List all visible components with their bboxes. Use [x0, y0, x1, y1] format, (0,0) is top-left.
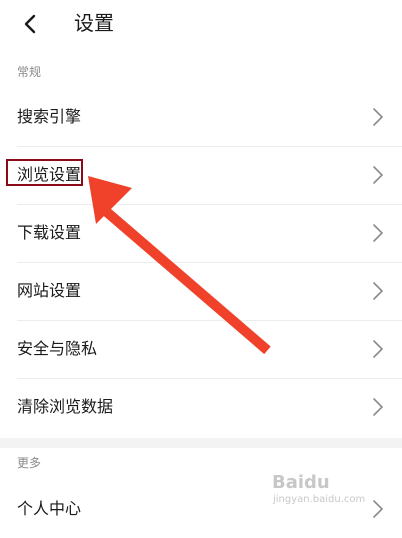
- chevron-right-icon: [373, 282, 383, 300]
- settings-item-label: 搜索引擎: [17, 107, 82, 126]
- settings-item-label: 清除浏览数据: [17, 397, 114, 416]
- settings-item-label: 安全与隐私: [17, 339, 98, 358]
- settings-item-label: 网站设置: [17, 281, 82, 300]
- settings-item-security-privacy[interactable]: 安全与隐私: [0, 320, 402, 378]
- chevron-right-icon: [373, 166, 383, 184]
- chevron-right-icon: [373, 224, 383, 242]
- chevron-right-icon: [373, 340, 383, 358]
- settings-item-browse[interactable]: 浏览设置: [0, 146, 402, 204]
- section-gap: [0, 438, 402, 448]
- chevron-right-icon: [373, 108, 383, 126]
- baidu-watermark-logo: Baidu jingyan.baidu.com: [272, 472, 365, 505]
- settings-item-search-engine[interactable]: 搜索引擎: [0, 88, 402, 146]
- settings-item-label: 个人中心: [17, 499, 82, 518]
- settings-item-label: 下载设置: [17, 223, 82, 242]
- settings-item-download[interactable]: 下载设置: [0, 204, 402, 262]
- top-bar: 设置: [0, 0, 402, 48]
- settings-item-label: 浏览设置: [17, 165, 82, 184]
- watermark-sub: jingyan.baidu.com: [272, 494, 365, 505]
- back-button[interactable]: [14, 8, 46, 40]
- settings-item-site[interactable]: 网站设置: [0, 262, 402, 320]
- settings-item-clear-data[interactable]: 清除浏览数据: [0, 378, 402, 436]
- chevron-left-icon: [24, 14, 36, 34]
- section-label-more: 更多: [17, 456, 42, 470]
- page-title: 设置: [74, 11, 114, 35]
- section-label-general: 常规: [17, 65, 42, 79]
- watermark-brand: Baidu: [272, 472, 330, 493]
- chevron-right-icon: [373, 398, 383, 416]
